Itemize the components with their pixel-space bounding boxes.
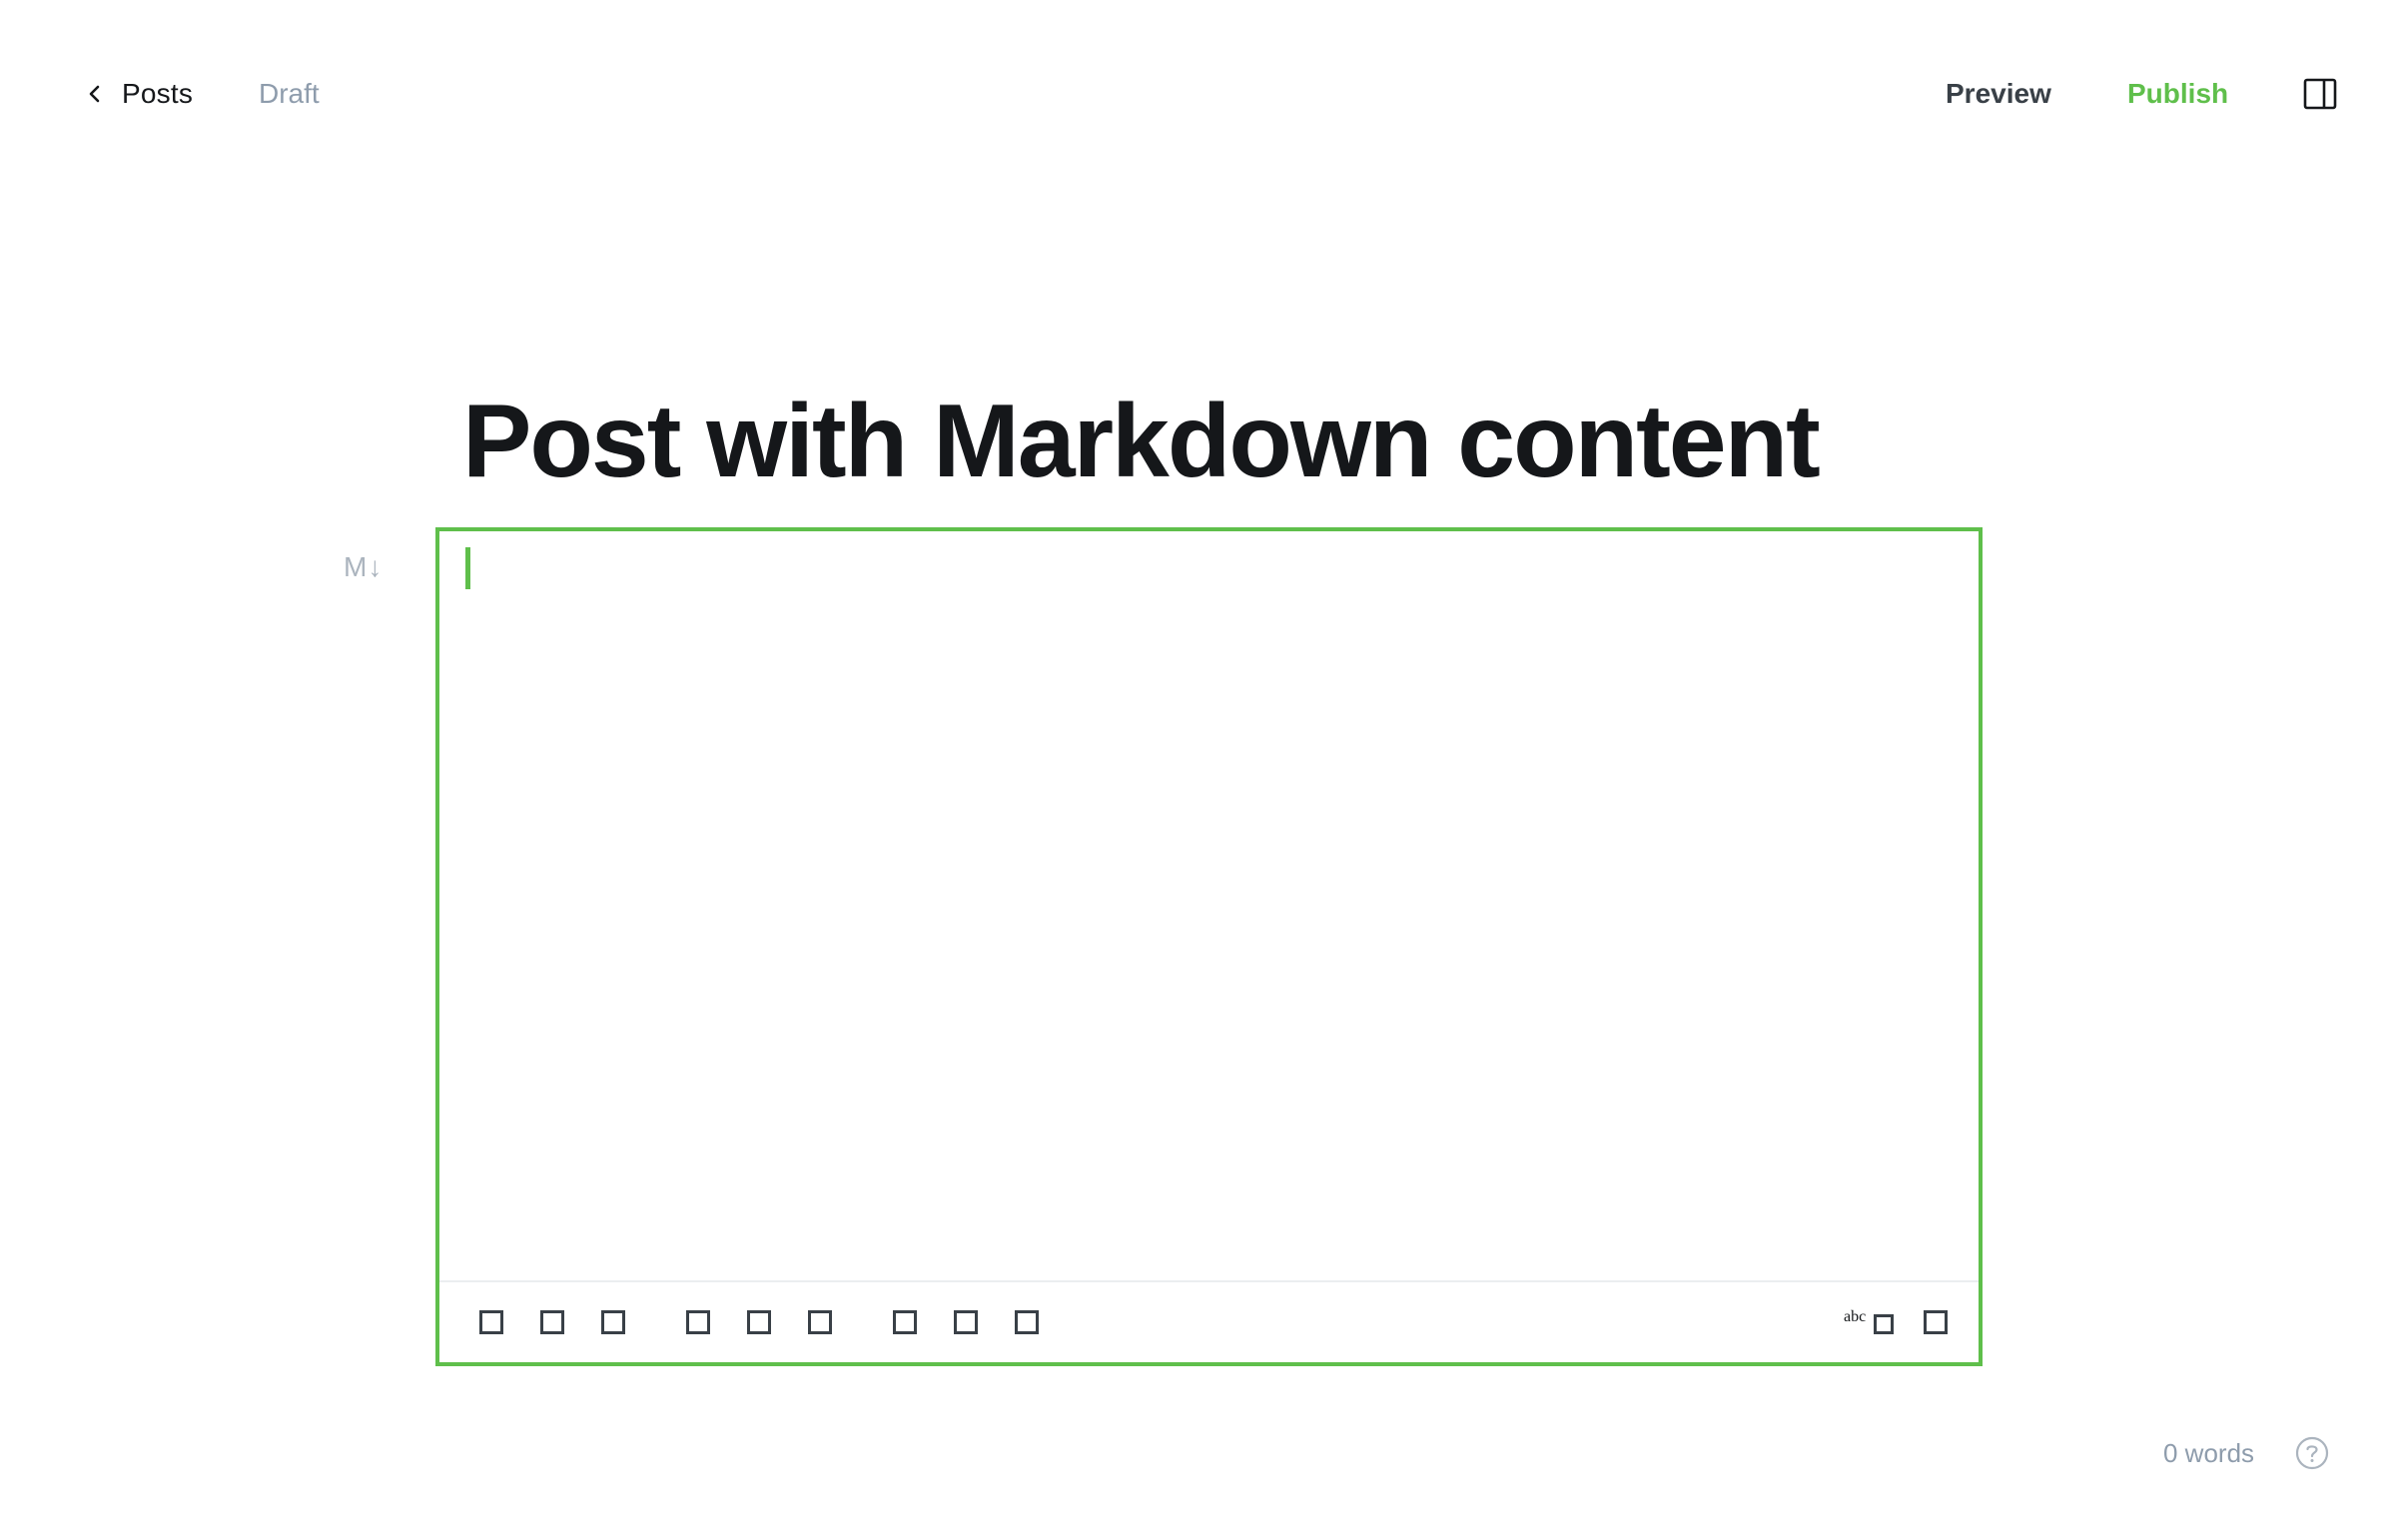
markdown-input[interactable] xyxy=(439,531,1979,1280)
settings-sidebar-toggle[interactable] xyxy=(2303,78,2337,110)
post-title[interactable]: Post with Markdown content xyxy=(462,372,1961,511)
guide-button[interactable] xyxy=(1924,1310,1948,1334)
back-link-label: Posts xyxy=(122,78,194,109)
help-button[interactable] xyxy=(2295,1436,2329,1470)
bold-button[interactable] xyxy=(479,1310,503,1334)
markdown-card-icon: M↓ xyxy=(344,551,384,582)
unordered-list-button[interactable] xyxy=(747,1310,771,1334)
quote-button[interactable] xyxy=(686,1310,710,1334)
question-circle-icon xyxy=(2295,1436,2329,1470)
link-button[interactable] xyxy=(893,1310,917,1334)
italic-button[interactable] xyxy=(540,1310,564,1334)
preview-toggle-button[interactable] xyxy=(1015,1310,1039,1334)
post-status: Draft xyxy=(259,78,320,109)
word-count: 0 words xyxy=(2163,1438,2255,1468)
ordered-list-button[interactable] xyxy=(808,1310,832,1334)
image-button[interactable] xyxy=(954,1310,978,1334)
spellcheck-button[interactable] xyxy=(1874,1314,1894,1334)
chevron-left-icon xyxy=(89,85,100,103)
preview-button[interactable]: Preview xyxy=(1946,72,2051,116)
heading-button[interactable] xyxy=(601,1310,625,1334)
back-to-posts-link[interactable]: Posts xyxy=(84,72,193,116)
spellcheck-label: abc xyxy=(1844,1308,1867,1325)
markdown-editor: abc xyxy=(435,527,1983,1366)
publish-button[interactable]: Publish xyxy=(2127,72,2228,116)
editor-header: Posts Draft Preview Publish xyxy=(0,0,2397,190)
sidebar-panel-icon xyxy=(2303,78,2337,110)
text-cursor xyxy=(465,547,470,589)
markdown-toolbar: abc xyxy=(439,1280,1979,1362)
